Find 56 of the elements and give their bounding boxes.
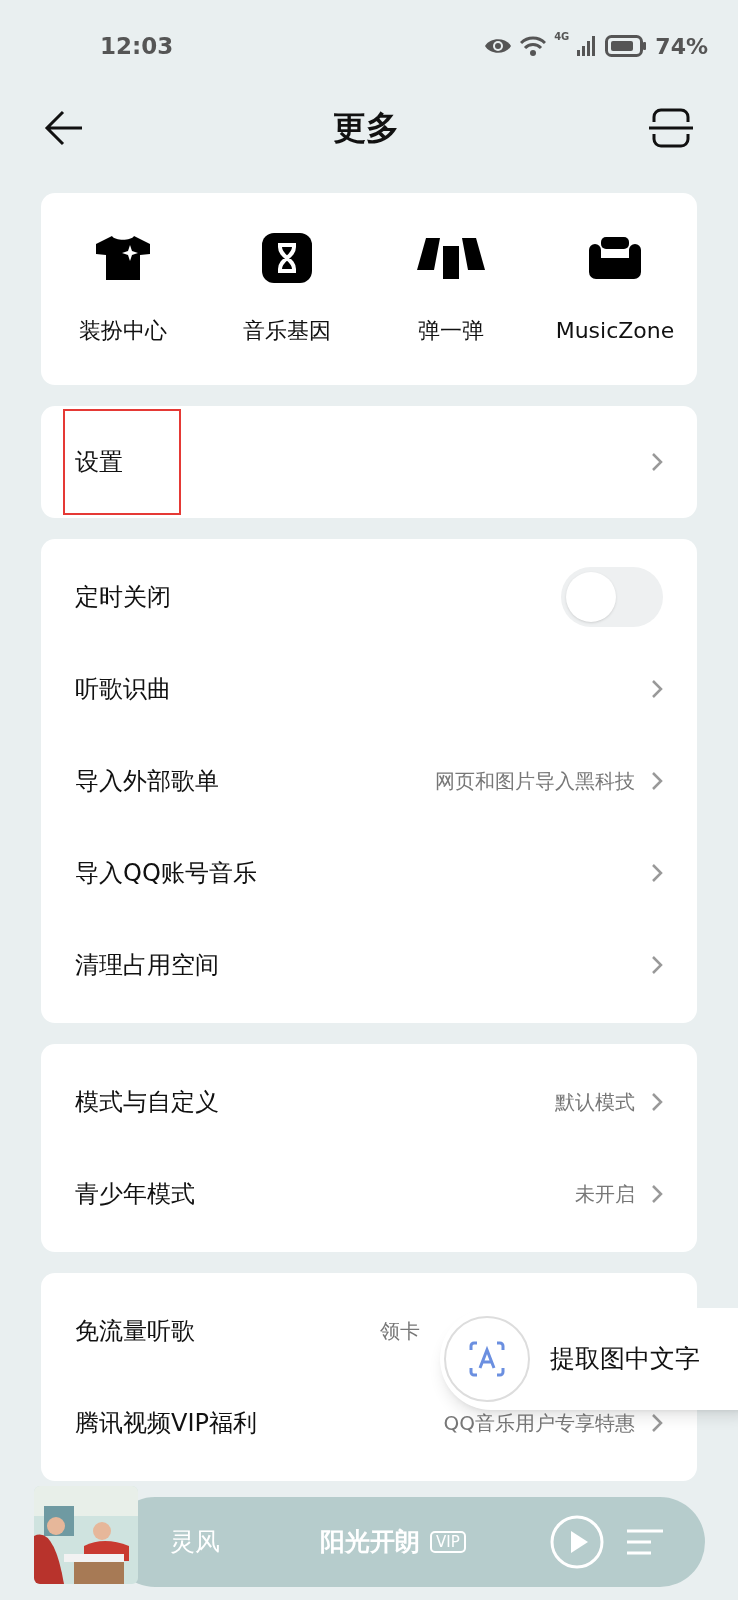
row-label: 定时关闭 bbox=[75, 582, 171, 613]
row-value: 领卡 bbox=[380, 1318, 420, 1345]
row-label: 听歌识曲 bbox=[75, 674, 171, 705]
chevron-icon bbox=[651, 1184, 663, 1204]
row-label: 青少年模式 bbox=[75, 1179, 195, 1210]
network-label: 4G bbox=[554, 31, 570, 42]
chevron-icon bbox=[651, 771, 663, 791]
battery-percent: 74% bbox=[655, 32, 708, 61]
page-title: 更多 bbox=[333, 107, 399, 150]
battery-icon bbox=[605, 35, 648, 57]
row-value: 网页和图片导入黑科技 bbox=[435, 768, 635, 795]
shortcut-button[interactable]: 装扮中心 bbox=[41, 231, 205, 347]
row-label: 模式与自定义 bbox=[75, 1087, 219, 1118]
sofa-icon bbox=[589, 235, 641, 280]
artist-name: 灵风 bbox=[170, 1526, 221, 1559]
eye-icon bbox=[484, 36, 513, 56]
chevron-icon bbox=[651, 679, 663, 699]
vip-badge: VIP bbox=[430, 1530, 466, 1554]
row-value: QQ音乐用户专享特惠 bbox=[443, 1410, 635, 1437]
row-label: 免流量听歌 bbox=[75, 1316, 195, 1347]
row-value: 未开启 bbox=[575, 1181, 635, 1208]
chevron-icon bbox=[651, 1413, 663, 1433]
shortcut-button[interactable]: 弹一弹 bbox=[369, 231, 533, 347]
text-scan-icon bbox=[469, 1341, 505, 1377]
row-label: 设置 bbox=[75, 447, 123, 478]
chevron-icon bbox=[651, 955, 663, 975]
row-value: 默认模式 bbox=[555, 1089, 635, 1116]
row-label: 腾讯视频VIP福利 bbox=[75, 1408, 257, 1439]
settings-row[interactable]: 定时关闭 bbox=[41, 551, 697, 643]
scan-button[interactable] bbox=[648, 108, 694, 148]
chevron-icon bbox=[651, 452, 663, 472]
settings-row[interactable]: 青少年模式 未开启 bbox=[41, 1148, 697, 1240]
play-button[interactable] bbox=[549, 1514, 605, 1570]
extract-text-toast[interactable]: 提取图中文字 bbox=[440, 1308, 738, 1410]
shortcut-button[interactable]: MusicZone bbox=[533, 231, 697, 347]
settings-row[interactable]: 设置 bbox=[41, 406, 697, 518]
signal-icon bbox=[577, 36, 598, 56]
status-time: 12:03 bbox=[100, 31, 174, 61]
row-label: 导入QQ账号音乐 bbox=[75, 858, 257, 889]
row-label: 清理占用空间 bbox=[75, 950, 219, 981]
wifi-icon bbox=[520, 35, 547, 57]
playlist-button[interactable] bbox=[625, 1527, 665, 1557]
shortcut-button[interactable]: 音乐基因 bbox=[205, 231, 369, 347]
settings-row[interactable]: 清理占用空间 bbox=[41, 919, 697, 1011]
settings-row[interactable]: 导入外部歌单 网页和图片导入黑科技 bbox=[41, 735, 697, 827]
t-shirt-icon bbox=[94, 234, 152, 281]
dna-icon bbox=[262, 232, 312, 283]
settings-row[interactable]: 模式与自定义 默认模式 bbox=[41, 1056, 697, 1148]
piano-keys-icon bbox=[416, 235, 486, 280]
chevron-icon bbox=[651, 1092, 663, 1112]
settings-row[interactable]: 听歌识曲 bbox=[41, 643, 697, 735]
row-label: 导入外部歌单 bbox=[75, 766, 219, 797]
settings-row[interactable]: 导入QQ账号音乐 bbox=[41, 827, 697, 919]
song-title: 阳光开朗 bbox=[320, 1526, 420, 1559]
back-button[interactable] bbox=[44, 110, 84, 146]
chevron-icon bbox=[651, 863, 663, 883]
